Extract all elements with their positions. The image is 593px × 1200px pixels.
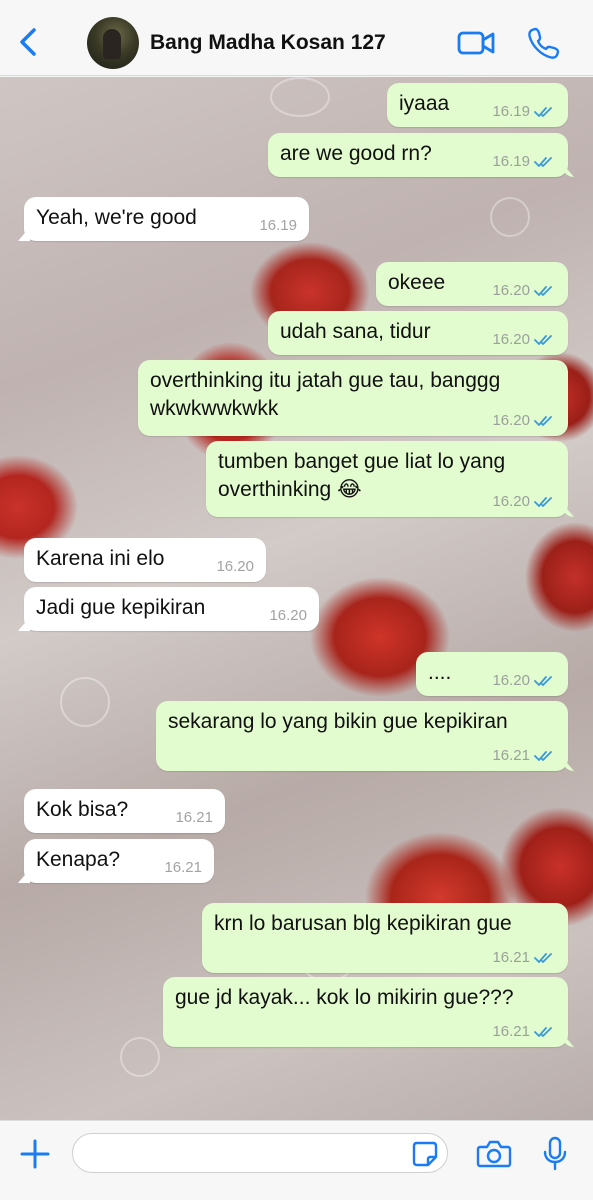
message-bubble-outgoing[interactable]: overthinking itu jatah gue tau, banggg w… xyxy=(138,360,568,436)
double-check-read-icon xyxy=(534,107,552,117)
message-bubble-outgoing[interactable]: tumben banget gue liat lo yang overthink… xyxy=(206,441,568,517)
message-text: Kenapa? xyxy=(36,848,121,871)
message-meta: 16.19 xyxy=(492,104,556,120)
plus-icon[interactable] xyxy=(18,1137,52,1171)
message-bubble-incoming[interactable]: Jadi gue kepikiran 16.20 xyxy=(24,587,319,631)
double-check-read-icon xyxy=(534,751,552,761)
double-check-read-icon xyxy=(534,416,552,426)
camera-icon[interactable] xyxy=(476,1139,512,1169)
message-bubble-outgoing[interactable]: krn lo barusan blg kepikiran gue 16.21 xyxy=(202,903,568,973)
wallpaper-bubble xyxy=(60,677,110,727)
message-time: 16.20 xyxy=(216,558,254,575)
message-meta: 16.21 xyxy=(492,950,556,966)
message-text: iyaaa xyxy=(399,92,450,115)
message-time: 16.20 xyxy=(269,607,307,624)
wallpaper-bubble xyxy=(270,77,330,117)
message-time: 16.19 xyxy=(492,153,530,170)
message-meta: 16.19 xyxy=(259,218,297,234)
double-check-read-icon xyxy=(534,676,552,686)
message-text: Jadi gue kepikiran xyxy=(36,596,206,619)
composer-bar xyxy=(0,1120,593,1200)
message-meta: 16.19 xyxy=(492,154,556,170)
message-time: 16.20 xyxy=(492,282,530,299)
message-text: overthinking itu jatah gue tau, banggg w… xyxy=(150,369,501,420)
message-text: tumben banget gue liat lo yang overthink… xyxy=(218,450,506,501)
message-meta: 16.20 xyxy=(269,608,307,624)
message-meta: 16.21 xyxy=(492,748,556,764)
contact-name[interactable]: Bang Madha Kosan 127 xyxy=(150,31,386,55)
sticker-icon[interactable] xyxy=(411,1140,439,1168)
message-meta: 16.20 xyxy=(492,332,556,348)
message-time: 16.21 xyxy=(492,949,530,966)
message-bubble-outgoing[interactable]: iyaaa 16.19 xyxy=(387,83,568,127)
microphone-icon[interactable] xyxy=(541,1136,569,1172)
message-meta: 16.20 xyxy=(492,673,556,689)
message-time: 16.21 xyxy=(175,809,213,826)
message-meta: 16.20 xyxy=(492,283,556,299)
message-text: Yeah, we're good xyxy=(36,206,197,229)
chat-header: Bang Madha Kosan 127 xyxy=(0,0,593,76)
message-text: Kok bisa? xyxy=(36,798,129,821)
message-bubble-outgoing[interactable]: sekarang lo yang bikin gue kepikiran 16.… xyxy=(156,701,568,771)
video-camera-icon[interactable] xyxy=(456,28,496,58)
message-bubble-incoming[interactable]: Kok bisa? 16.21 xyxy=(24,789,225,833)
message-text: udah sana, tidur xyxy=(280,320,431,343)
chat-background[interactable]: iyaaa 16.19 are we good rn? 16.19 Yeah, … xyxy=(0,77,593,1120)
double-check-read-icon xyxy=(534,497,552,507)
message-time: 16.20 xyxy=(492,493,530,510)
message-time: 16.21 xyxy=(492,747,530,764)
message-text: krn lo barusan blg kepikiran gue xyxy=(214,912,512,935)
message-bubble-incoming[interactable]: Kenapa? 16.21 xyxy=(24,839,214,883)
message-meta: 16.21 xyxy=(492,1024,556,1040)
wallpaper-bubble xyxy=(120,1037,160,1077)
message-meta: 16.20 xyxy=(216,559,254,575)
message-time: 16.19 xyxy=(259,217,297,234)
contact-avatar[interactable] xyxy=(87,17,139,69)
message-bubble-outgoing[interactable]: okeee 16.20 xyxy=(376,262,568,306)
message-time: 16.21 xyxy=(164,859,202,876)
message-time: 16.20 xyxy=(492,412,530,429)
back-chevron-icon[interactable] xyxy=(14,24,44,60)
message-text: gue jd kayak... kok lo mikirin gue??? xyxy=(175,986,514,1009)
message-text: sekarang lo yang bikin gue kepikiran xyxy=(168,710,508,733)
double-check-read-icon xyxy=(534,1027,552,1037)
message-text: okeee xyxy=(388,271,446,294)
double-check-read-icon xyxy=(534,286,552,296)
double-check-read-icon xyxy=(534,335,552,345)
wallpaper-bubble xyxy=(490,197,530,237)
message-bubble-outgoing[interactable]: .... 16.20 xyxy=(416,652,568,696)
message-bubble-outgoing[interactable]: gue jd kayak... kok lo mikirin gue??? 16… xyxy=(163,977,568,1047)
double-check-read-icon xyxy=(534,953,552,963)
double-check-read-icon xyxy=(534,157,552,167)
message-text: Karena ini elo xyxy=(36,547,165,570)
message-time: 16.21 xyxy=(492,1023,530,1040)
message-text: are we good rn? xyxy=(280,142,432,165)
message-input[interactable] xyxy=(72,1133,448,1173)
message-bubble-incoming[interactable]: Yeah, we're good 16.19 xyxy=(24,197,309,241)
message-meta: 16.21 xyxy=(175,810,213,826)
phone-icon[interactable] xyxy=(527,26,561,60)
message-bubble-incoming[interactable]: Karena ini elo 16.20 xyxy=(24,538,266,582)
message-time: 16.20 xyxy=(492,672,530,689)
message-bubble-outgoing[interactable]: are we good rn? 16.19 xyxy=(268,133,568,177)
message-time: 16.19 xyxy=(492,103,530,120)
message-bubble-outgoing[interactable]: udah sana, tidur 16.20 xyxy=(268,311,568,355)
message-time: 16.20 xyxy=(492,331,530,348)
message-meta: 16.20 xyxy=(492,494,556,510)
message-meta: 16.20 xyxy=(492,413,556,429)
message-text: .... xyxy=(428,661,452,684)
message-meta: 16.21 xyxy=(164,860,202,876)
